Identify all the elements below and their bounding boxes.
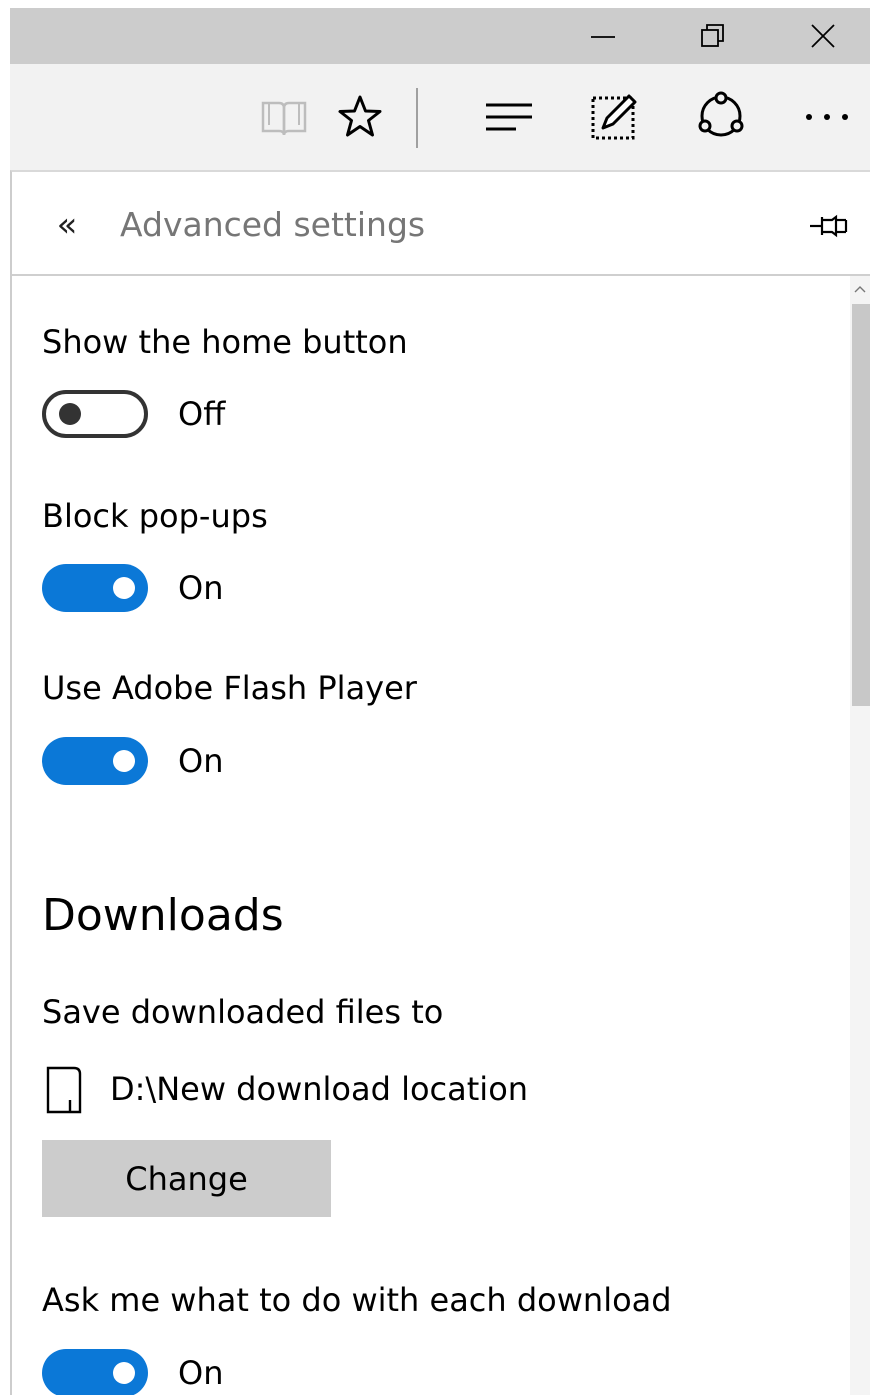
settings-content: Show the home button Off Block pop-ups O… <box>12 276 850 1395</box>
download-path: D:\New download location <box>44 1064 744 1116</box>
hub-lines-icon <box>486 103 532 131</box>
pen-note-icon <box>591 94 637 140</box>
block-popups-setting: On <box>42 564 442 614</box>
ask-download-toggle[interactable] <box>42 1349 148 1395</box>
download-path-text: D:\New download location <box>110 1070 529 1108</box>
drive-icon <box>46 1066 82 1114</box>
close-icon <box>811 24 835 48</box>
ask-download-label: Ask me what to do with each download <box>42 1281 672 1319</box>
home-button-label: Show the home button <box>42 323 408 361</box>
share-icon <box>698 91 744 137</box>
downloads-heading: Downloads <box>42 890 284 941</box>
star-icon <box>338 95 382 137</box>
home-button-toggle[interactable] <box>42 390 148 438</box>
toolbar-divider <box>416 88 418 148</box>
browser-window: « Advanced settings Show the home button <box>0 0 870 1395</box>
home-button-setting: Off <box>42 390 442 440</box>
double-chevron-left-icon: « <box>56 205 78 245</box>
flash-player-state: On <box>178 742 224 780</box>
home-button-state: Off <box>178 395 226 433</box>
settings-panel: « Advanced settings Show the home button <box>10 170 870 1395</box>
panel-title: Advanced settings <box>120 205 426 244</box>
toggle-knob <box>113 750 135 772</box>
ask-download-state: On <box>178 1354 224 1392</box>
flash-player-toggle[interactable] <box>42 737 148 785</box>
hub-button[interactable] <box>480 90 538 144</box>
restore-icon <box>701 24 724 47</box>
close-button[interactable] <box>768 8 870 64</box>
toggle-knob <box>113 1362 135 1384</box>
more-actions-button[interactable] <box>798 90 856 144</box>
block-popups-toggle[interactable] <box>42 564 148 612</box>
browser-toolbar <box>10 64 870 170</box>
flash-player-setting: On <box>42 737 442 787</box>
back-button[interactable]: « <box>40 200 94 250</box>
toggle-knob <box>59 403 81 425</box>
share-button[interactable] <box>692 90 750 144</box>
web-note-button[interactable] <box>585 90 643 144</box>
minimize-button[interactable] <box>548 8 658 64</box>
panel-header: « Advanced settings <box>12 172 870 276</box>
scrollbar[interactable] <box>850 276 870 1395</box>
change-location-button[interactable]: Change <box>42 1140 331 1217</box>
scroll-up-button[interactable] <box>850 278 870 300</box>
ellipsis-icon <box>806 114 848 120</box>
restore-button[interactable] <box>658 8 768 64</box>
pin-button[interactable] <box>804 204 852 248</box>
ask-download-setting: On <box>42 1349 442 1395</box>
minimize-icon <box>591 36 615 38</box>
block-popups-state: On <box>178 569 224 607</box>
scroll-thumb[interactable] <box>852 304 870 706</box>
toggle-knob <box>113 577 135 599</box>
save-location-label: Save downloaded files to <box>42 993 444 1031</box>
book-icon <box>261 101 307 136</box>
chevron-up-icon <box>854 286 866 293</box>
pin-icon <box>810 214 848 238</box>
title-bar <box>10 8 870 64</box>
block-popups-label: Block pop-ups <box>42 497 268 535</box>
favorites-button[interactable] <box>331 90 389 144</box>
reading-view-button[interactable] <box>255 90 313 144</box>
flash-player-label: Use Adobe Flash Player <box>42 669 417 707</box>
